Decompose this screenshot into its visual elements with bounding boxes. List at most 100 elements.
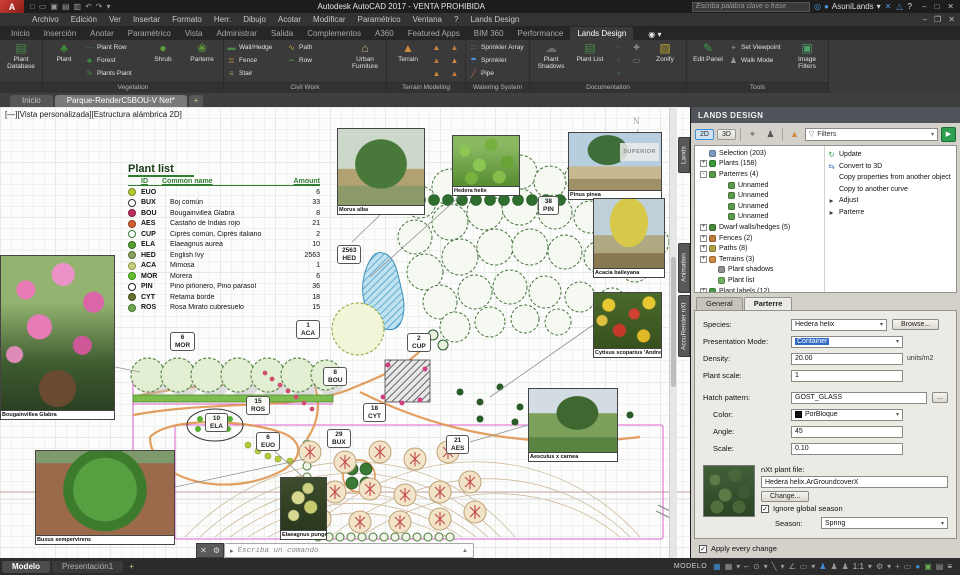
- help-icon[interactable]: ?: [908, 2, 912, 11]
- ribbon-button[interactable]: ❀ Parterre: [184, 41, 220, 81]
- scale-dd-icon[interactable]: ▾: [868, 563, 872, 571]
- ribbon-panel-title[interactable]: Civil Work: [224, 82, 386, 93]
- ribbon-button[interactable]: ☁ Plant Shadows: [533, 41, 569, 81]
- command-history-icon[interactable]: ▲: [462, 548, 468, 554]
- print-icon[interactable]: ▥: [74, 2, 82, 11]
- tree-item[interactable]: Plant shadows: [695, 265, 824, 276]
- ribbon-button[interactable]: ◦: [611, 54, 626, 67]
- ribbon-button[interactable]: ⌖ Set Viewpoint: [729, 41, 786, 54]
- isodraft-dd-icon[interactable]: ▾: [781, 563, 785, 571]
- save-icon[interactable]: ▣: [50, 2, 58, 11]
- ribbon-button[interactable]: ≡ Stair: [227, 67, 284, 80]
- menu-item[interactable]: Paramétrico: [351, 15, 406, 24]
- plant-photo[interactable]: Cytisus scoparius 'Andreanus': [593, 292, 662, 358]
- density-input[interactable]: 20.00: [791, 353, 903, 365]
- tree-expander[interactable]: [719, 213, 726, 220]
- ribbon-tab[interactable]: Salida: [264, 27, 300, 40]
- menu-item[interactable]: Lands Design: [464, 15, 525, 24]
- hatch-input[interactable]: GOST_GLASS: [791, 392, 927, 404]
- plant-count-label[interactable]: 6 EUO: [256, 432, 280, 451]
- plant-count-label[interactable]: 29 BUX: [327, 429, 351, 448]
- close-icon[interactable]: ✕: [197, 546, 210, 555]
- apply-checkbox[interactable]: ✓: [699, 545, 707, 553]
- palette-side-tab[interactable]: Lands: [678, 137, 690, 173]
- ribbon-button[interactable]: ♣ Forest: [85, 54, 142, 67]
- nxt-plant-file-input[interactable]: Hedera helix.ArGroundcoverX: [761, 476, 948, 488]
- menu-item[interactable]: Formato: [166, 15, 208, 24]
- tree-item[interactable]: Unnamed: [695, 201, 824, 212]
- property-tab[interactable]: Parterre: [744, 297, 793, 310]
- view-2d-button[interactable]: 2D: [695, 129, 714, 140]
- ribbon-panel-title[interactable]: Vegetation: [43, 82, 223, 93]
- plant-photo[interactable]: Hedera helix: [452, 135, 520, 196]
- ribbon-button[interactable]: ▭: [629, 54, 644, 67]
- ribbon-panel-title[interactable]: Tools: [687, 82, 828, 93]
- ribbon-button[interactable]: ● Shrub: [145, 41, 181, 81]
- action-item[interactable]: Copy properties from another object: [827, 172, 954, 184]
- viewpoint-icon[interactable]: ⌖: [745, 127, 760, 142]
- undo-icon[interactable]: ↶: [85, 2, 92, 11]
- ribbon-tab[interactable]: Vista: [178, 27, 210, 40]
- ribbon-button[interactable]: ╍ Row: [287, 54, 344, 67]
- action-item[interactable]: ▸ Adjust: [827, 195, 954, 207]
- tree-expander[interactable]: -: [700, 171, 707, 178]
- plant-count-label[interactable]: 6 MOR: [170, 332, 195, 351]
- angle-input[interactable]: 45: [791, 426, 903, 438]
- tree-item[interactable]: + Plants (158): [695, 159, 824, 170]
- plant-photo[interactable]: Acacia baileyana: [593, 198, 665, 278]
- species-select[interactable]: Hedera helix ▾: [791, 319, 887, 331]
- menu-item[interactable]: ?: [448, 15, 464, 24]
- plant-count-label[interactable]: 1 ACA: [296, 320, 320, 339]
- menu-item[interactable]: Herr.: [208, 15, 237, 24]
- help-search-input[interactable]: Escriba palabra clave o frase: [692, 2, 810, 12]
- ribbon-button[interactable]: ▲: [447, 41, 462, 54]
- a360-exchange-icon[interactable]: ✕: [885, 2, 892, 11]
- hatch-browse-button[interactable]: ...: [932, 392, 948, 403]
- ribbon-button[interactable]: ▲: [429, 54, 444, 67]
- tree-expander[interactable]: +: [700, 288, 707, 292]
- tree-item[interactable]: + Fences (2): [695, 233, 824, 244]
- plant-photo[interactable]: Bougainvillea Glabra: [0, 255, 115, 420]
- screencast-camera-icon[interactable]: ◉ ▾: [643, 29, 666, 40]
- property-tab[interactable]: General: [696, 297, 743, 310]
- file-tab[interactable]: Inicio: [10, 95, 53, 107]
- plant-count-label[interactable]: 21 AES: [446, 435, 469, 454]
- tree-expander[interactable]: +: [700, 235, 707, 242]
- change-button[interactable]: Change...: [761, 491, 809, 502]
- tree-expander[interactable]: [719, 203, 726, 210]
- ribbon-button[interactable]: ∷ Sprinkler Array: [469, 41, 526, 54]
- autoscale-icon[interactable]: ♟: [830, 563, 837, 571]
- terrain-icon[interactable]: ▲: [787, 127, 802, 142]
- plant-photo[interactable]: Elaeagnus pungens 'Aurea': [280, 477, 327, 540]
- ribbon-button[interactable]: ☂ Sprinkler: [469, 54, 526, 67]
- ribbon-button[interactable]: ▲: [429, 67, 444, 80]
- ribbon-button[interactable]: ▲ Terrain: [390, 41, 426, 81]
- window-control-button[interactable]: □: [934, 2, 939, 11]
- annotation-scale-icon[interactable]: ♟: [842, 563, 849, 571]
- tree-item[interactable]: + Terrains (3): [695, 254, 824, 265]
- walk-icon[interactable]: ♟: [763, 127, 778, 142]
- doc-window-control[interactable]: ❐: [934, 15, 941, 24]
- ribbon-panel-title[interactable]: Terrain Modeling: [387, 82, 465, 93]
- a360-network-icon[interactable]: △: [896, 2, 902, 11]
- ribbon-button[interactable]: ✎ Plants Paint: [85, 67, 142, 80]
- customize-icon[interactable]: ⚙: [210, 546, 223, 555]
- menu-item[interactable]: Edición: [65, 15, 103, 24]
- ribbon-button[interactable]: ♣ Plant: [46, 41, 82, 81]
- ribbon-panel-title[interactable]: Documentation: [530, 82, 686, 93]
- ribbon-button[interactable]: ◦: [611, 41, 626, 54]
- tree-expander[interactable]: [709, 266, 716, 273]
- ribbon-button[interactable]: ▫: [611, 67, 626, 80]
- menu-item[interactable]: Acotar: [272, 15, 307, 24]
- customization-icon[interactable]: ≡: [947, 563, 952, 571]
- viewport-controls-label[interactable]: [—][Vista personalizada][Estructura alám…: [5, 110, 182, 119]
- tree-item[interactable]: + Paths (8): [695, 243, 824, 254]
- doc-window-control[interactable]: ✕: [948, 15, 955, 24]
- plant-photo[interactable]: Buxus sempervirens: [35, 450, 175, 545]
- ribbon-button[interactable]: ╱ Pipe: [469, 67, 526, 80]
- units-icon[interactable]: ▭: [904, 563, 912, 571]
- snap-dd-icon[interactable]: ▾: [736, 563, 740, 571]
- plant-scale-input[interactable]: 1: [791, 370, 903, 382]
- menu-item[interactable]: Dibujo: [237, 15, 272, 24]
- tree-expander[interactable]: +: [700, 160, 707, 167]
